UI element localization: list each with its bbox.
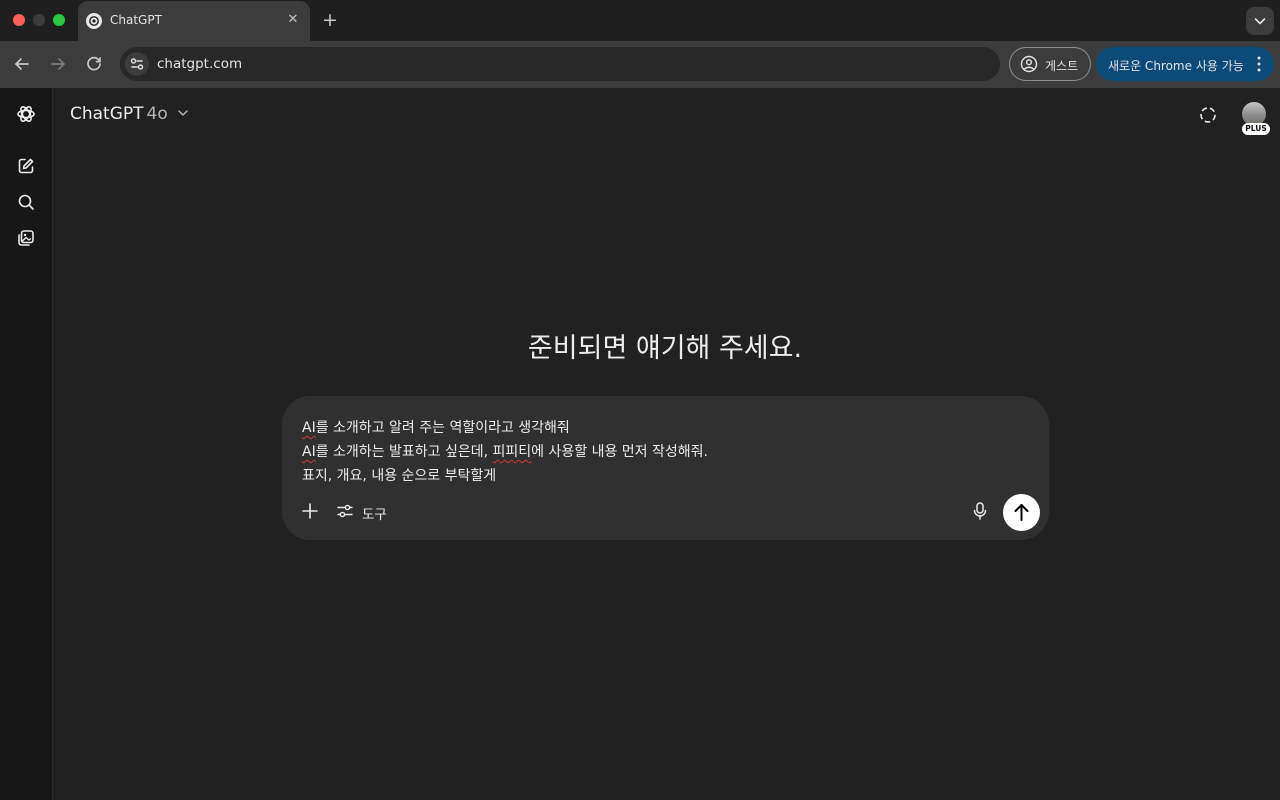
url-text: chatgpt.com <box>157 56 243 72</box>
reload-icon <box>87 56 101 71</box>
sliders-icon <box>337 504 353 518</box>
spellcheck-word: AI <box>302 420 316 436</box>
prompt-line: AI를 소개하고 알려 주는 역할이라고 생각해줘 <box>302 416 1022 440</box>
tab-title: ChatGPT <box>110 13 162 27</box>
prompt-text: 를 소개하는 발표하고 싶은데, <box>315 444 493 460</box>
address-bar[interactable]: chatgpt.com <box>120 47 1000 81</box>
tab-search-button[interactable] <box>1246 7 1274 35</box>
library-icon[interactable] <box>14 226 38 250</box>
forward-button[interactable] <box>46 52 70 76</box>
chevron-down-icon <box>1254 18 1266 25</box>
arrow-right-icon <box>51 58 65 70</box>
prompt-text: 표지, 개요, 내용 순으로 부탁할게 <box>302 468 497 484</box>
profile-label: 게스트 <box>1045 59 1079 73</box>
browser-toolbar: chatgpt.com 게스트 새로운 Chrome 사용 가능 <box>0 41 1280 88</box>
more-vert-icon <box>1257 56 1261 72</box>
new-chat-icon[interactable] <box>14 154 38 178</box>
dictation-button[interactable] <box>969 500 991 522</box>
tune-icon <box>130 58 144 70</box>
prompt-line: 표지, 개요, 내용 순으로 부탁할게 <box>302 464 1022 488</box>
plus-icon <box>302 503 318 519</box>
microphone-icon <box>973 502 987 520</box>
spellcheck-word: 피피티 <box>492 444 532 460</box>
search-icon[interactable] <box>14 190 38 214</box>
profile-button[interactable]: 게스트 <box>1009 47 1091 81</box>
openai-logo-icon[interactable] <box>14 102 38 126</box>
chevron-down-icon <box>178 110 188 116</box>
spellcheck-word: AI <box>302 444 316 460</box>
prompt-line: AI를 소개하는 발표하고 싶은데, 피피티에 사용할 내용 먼저 작성해줘. <box>302 440 1022 464</box>
tab-chatgpt[interactable]: ChatGPT ✕ <box>78 1 310 41</box>
new-tab-button[interactable]: + <box>318 9 342 31</box>
add-attachment-button[interactable] <box>299 500 321 522</box>
prompt-input[interactable]: AI를 소개하고 알려 주는 역할이라고 생각해줘 AI를 소개하는 발표하고 … <box>302 416 1022 488</box>
prompt-text: 를 소개하고 알려 주는 역할이라고 생각해줘 <box>315 420 570 436</box>
prompt-text: 에 사용할 내용 먼저 작성해줘. <box>531 444 708 460</box>
maximize-window-button[interactable] <box>53 14 65 26</box>
plan-badge: PLUS <box>1242 123 1270 135</box>
send-button[interactable] <box>1003 494 1040 531</box>
tools-label: 도구 <box>362 507 387 523</box>
page-title: 준비되면 얘기해 주세요. <box>527 333 803 364</box>
chatgpt-logo-icon <box>86 13 102 29</box>
arrow-up-icon <box>1014 504 1029 521</box>
account-circle-icon <box>1020 55 1038 73</box>
tab-strip: ChatGPT ✕ + <box>0 0 1280 41</box>
back-button[interactable] <box>10 52 34 76</box>
temporary-chat-button[interactable] <box>1196 103 1220 127</box>
arrow-left-icon <box>15 58 29 70</box>
model-version: 4o <box>146 104 168 124</box>
close-icon[interactable]: ✕ <box>284 10 302 30</box>
site-info-button[interactable] <box>125 52 149 76</box>
close-window-button[interactable] <box>13 14 25 26</box>
minimize-window-button[interactable] <box>33 14 45 26</box>
model-switcher[interactable]: ChatGPT 4o <box>70 104 188 126</box>
dashed-circle-icon <box>1200 107 1216 123</box>
tools-button[interactable]: 도구 <box>336 500 396 523</box>
model-name: ChatGPT <box>70 104 144 124</box>
chatgpt-sidebar <box>0 88 53 800</box>
reload-button[interactable] <box>82 52 106 76</box>
prompt-composer: AI를 소개하고 알려 주는 역할이라고 생각해줘 AI를 소개하는 발표하고 … <box>282 396 1049 540</box>
chrome-update-button[interactable]: 새로운 Chrome 사용 가능 <box>1096 47 1274 81</box>
chrome-update-label: 새로운 Chrome 사용 가능 <box>1108 59 1244 73</box>
